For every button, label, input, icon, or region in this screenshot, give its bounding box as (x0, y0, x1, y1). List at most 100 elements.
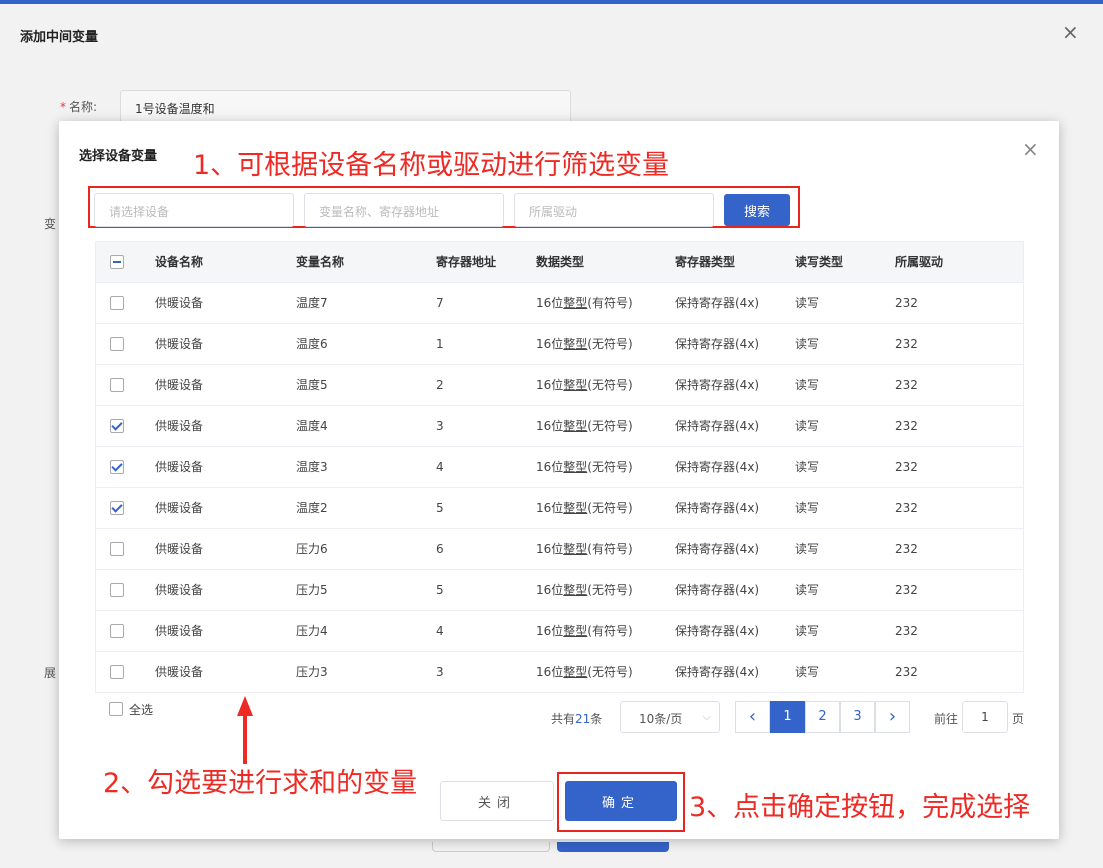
row-checkbox-cell[interactable] (110, 488, 124, 529)
row-checkbox[interactable] (110, 418, 124, 433)
cell-variable: 压力5 (296, 583, 328, 597)
dialog-title: 添加中间变量 (20, 30, 99, 45)
header-variable: 变量名称 (296, 255, 345, 269)
page-size-select[interactable]: 10条/页 ⌵ (620, 701, 720, 733)
row-checkbox-cell[interactable] (110, 283, 124, 324)
cell-register-type: 保持寄存器(4x) (675, 542, 760, 556)
cell-rw-type: 读写 (795, 583, 820, 597)
row-checkbox[interactable] (110, 582, 124, 597)
row-checkbox-cell[interactable] (110, 447, 124, 488)
row-checkbox[interactable] (110, 295, 124, 310)
header-checkbox[interactable] (110, 254, 124, 269)
header-register-type: 寄存器类型 (675, 255, 736, 269)
table-row[interactable]: 供暖设备 温度4 3 16位整型(无符号) 保持寄存器(4x) 读写 232 (96, 406, 1023, 447)
cell-device: 供暖设备 (155, 460, 204, 474)
table-row[interactable]: 供暖设备 压力4 4 16位整型(有符号) 保持寄存器(4x) 读写 232 (96, 611, 1023, 652)
next-page-button[interactable]: › (875, 701, 910, 733)
header-checkbox-cell[interactable] (110, 242, 124, 283)
search-button[interactable]: 搜索 (724, 194, 790, 226)
close-icon[interactable]: × (1062, 22, 1079, 42)
row-checkbox-cell[interactable] (110, 611, 124, 652)
prev-page-button[interactable]: ‹ (735, 701, 770, 733)
cell-driver: 232 (895, 542, 918, 556)
cell-device: 供暖设备 (155, 542, 204, 556)
header-data-type: 数据类型 (536, 255, 585, 269)
cell-variable: 温度7 (296, 296, 328, 310)
cell-rw-type: 读写 (795, 337, 820, 351)
data-type-sign: (有符号) (587, 296, 633, 310)
annotation-step3: 3、点击确定按钮，完成选择 (689, 792, 1031, 823)
name-label: * 名称: (60, 98, 97, 115)
cell-variable: 温度4 (296, 419, 328, 433)
page-button-1[interactable]: 1 (770, 701, 805, 733)
required-mark: * (60, 100, 66, 114)
cell-register: 5 (436, 501, 444, 515)
confirm-button[interactable]: 确定 (565, 781, 677, 821)
data-type-bits: 16位 (536, 624, 564, 638)
cell-driver: 232 (895, 296, 918, 310)
data-type-kind: 整型 (563, 624, 588, 638)
variable-search-input[interactable]: 变量名称、寄存器地址 (304, 193, 504, 227)
goto-label: 前往 (934, 712, 959, 726)
row-checkbox[interactable] (110, 623, 124, 638)
row-checkbox-cell[interactable] (110, 406, 124, 447)
variable-table: 设备名称 变量名称 寄存器地址 数据类型 寄存器类型 读写类型 所属驱动 供暖设… (95, 241, 1024, 693)
row-checkbox-cell[interactable] (110, 652, 124, 693)
cell-register-type: 保持寄存器(4x) (675, 665, 760, 679)
table-row[interactable]: 供暖设备 温度7 7 16位整型(有符号) 保持寄存器(4x) 读写 232 (96, 283, 1023, 324)
row-checkbox[interactable] (110, 336, 124, 351)
data-type-kind: 整型 (563, 665, 588, 679)
data-type-sign: (无符号) (587, 419, 633, 433)
cell-driver: 232 (895, 378, 918, 392)
chevron-down-icon: ⌵ (702, 710, 711, 723)
page-button-2[interactable]: 2 (805, 701, 840, 733)
page-button-3[interactable]: 3 (840, 701, 875, 733)
table-row[interactable]: 供暖设备 压力5 5 16位整型(无符号) 保持寄存器(4x) 读写 232 (96, 570, 1023, 611)
row-checkbox[interactable] (110, 500, 124, 515)
cell-variable: 温度3 (296, 460, 328, 474)
row-checkbox[interactable] (110, 541, 124, 556)
goto-page-input[interactable]: 1 (962, 701, 1008, 733)
pagination: 共有21条 10条/页 ⌵ ‹ 1 2 3 › 前往 1 页 (59, 701, 1059, 733)
name-input[interactable]: 1号设备温度和 (120, 90, 571, 124)
row-checkbox[interactable] (110, 459, 124, 474)
table-row[interactable]: 供暖设备 温度6 1 16位整型(无符号) 保持寄存器(4x) 读写 232 (96, 324, 1023, 365)
cell-register-type: 保持寄存器(4x) (675, 296, 760, 310)
data-type-kind: 整型 (563, 378, 588, 392)
outer-cancel-button[interactable] (432, 842, 550, 852)
row-checkbox[interactable] (110, 664, 124, 679)
table-row[interactable]: 供暖设备 压力6 6 16位整型(有符号) 保持寄存器(4x) 读写 232 (96, 529, 1023, 570)
cell-rw-type: 读写 (795, 419, 820, 433)
data-type-bits: 16位 (536, 419, 564, 433)
table-row[interactable]: 供暖设备 温度5 2 16位整型(无符号) 保持寄存器(4x) 读写 232 (96, 365, 1023, 406)
row-checkbox-cell[interactable] (110, 324, 124, 365)
cell-data-type: 16位整型(无符号) (536, 447, 633, 488)
table-row[interactable]: 供暖设备 温度2 5 16位整型(无符号) 保持寄存器(4x) 读写 232 (96, 488, 1023, 529)
cell-register-type: 保持寄存器(4x) (675, 337, 760, 351)
row-checkbox-cell[interactable] (110, 529, 124, 570)
total-number: 21 (575, 712, 591, 726)
cell-data-type: 16位整型(有符号) (536, 529, 633, 570)
outer-confirm-button[interactable] (557, 842, 669, 852)
row-checkbox[interactable] (110, 377, 124, 392)
data-type-kind: 整型 (563, 501, 588, 515)
annotation-step1: 1、可根据设备名称或驱动进行筛选变量 (193, 150, 670, 181)
cell-rw-type: 读写 (795, 460, 820, 474)
cell-register: 5 (436, 583, 444, 597)
table-row[interactable]: 供暖设备 压力3 3 16位整型(无符号) 保持寄存器(4x) 读写 232 (96, 652, 1023, 693)
cell-rw-type: 读写 (795, 296, 820, 310)
row-checkbox-cell[interactable] (110, 365, 124, 406)
cell-device: 供暖设备 (155, 378, 204, 392)
table-row[interactable]: 供暖设备 温度3 4 16位整型(无符号) 保持寄存器(4x) 读写 232 (96, 447, 1023, 488)
cell-device: 供暖设备 (155, 337, 204, 351)
display-label: 展 (44, 666, 57, 680)
row-checkbox-cell[interactable] (110, 570, 124, 611)
modal-close-icon[interactable]: × (1022, 139, 1039, 159)
header-driver: 所属驱动 (895, 255, 944, 269)
data-type-sign: (无符号) (587, 665, 633, 679)
device-select[interactable]: 请选择设备 (94, 193, 294, 227)
close-button[interactable]: 关闭 (440, 781, 554, 821)
total-suffix: 条 (590, 712, 603, 726)
driver-select[interactable]: 所属驱动 (514, 193, 714, 227)
cell-variable: 压力6 (296, 542, 328, 556)
